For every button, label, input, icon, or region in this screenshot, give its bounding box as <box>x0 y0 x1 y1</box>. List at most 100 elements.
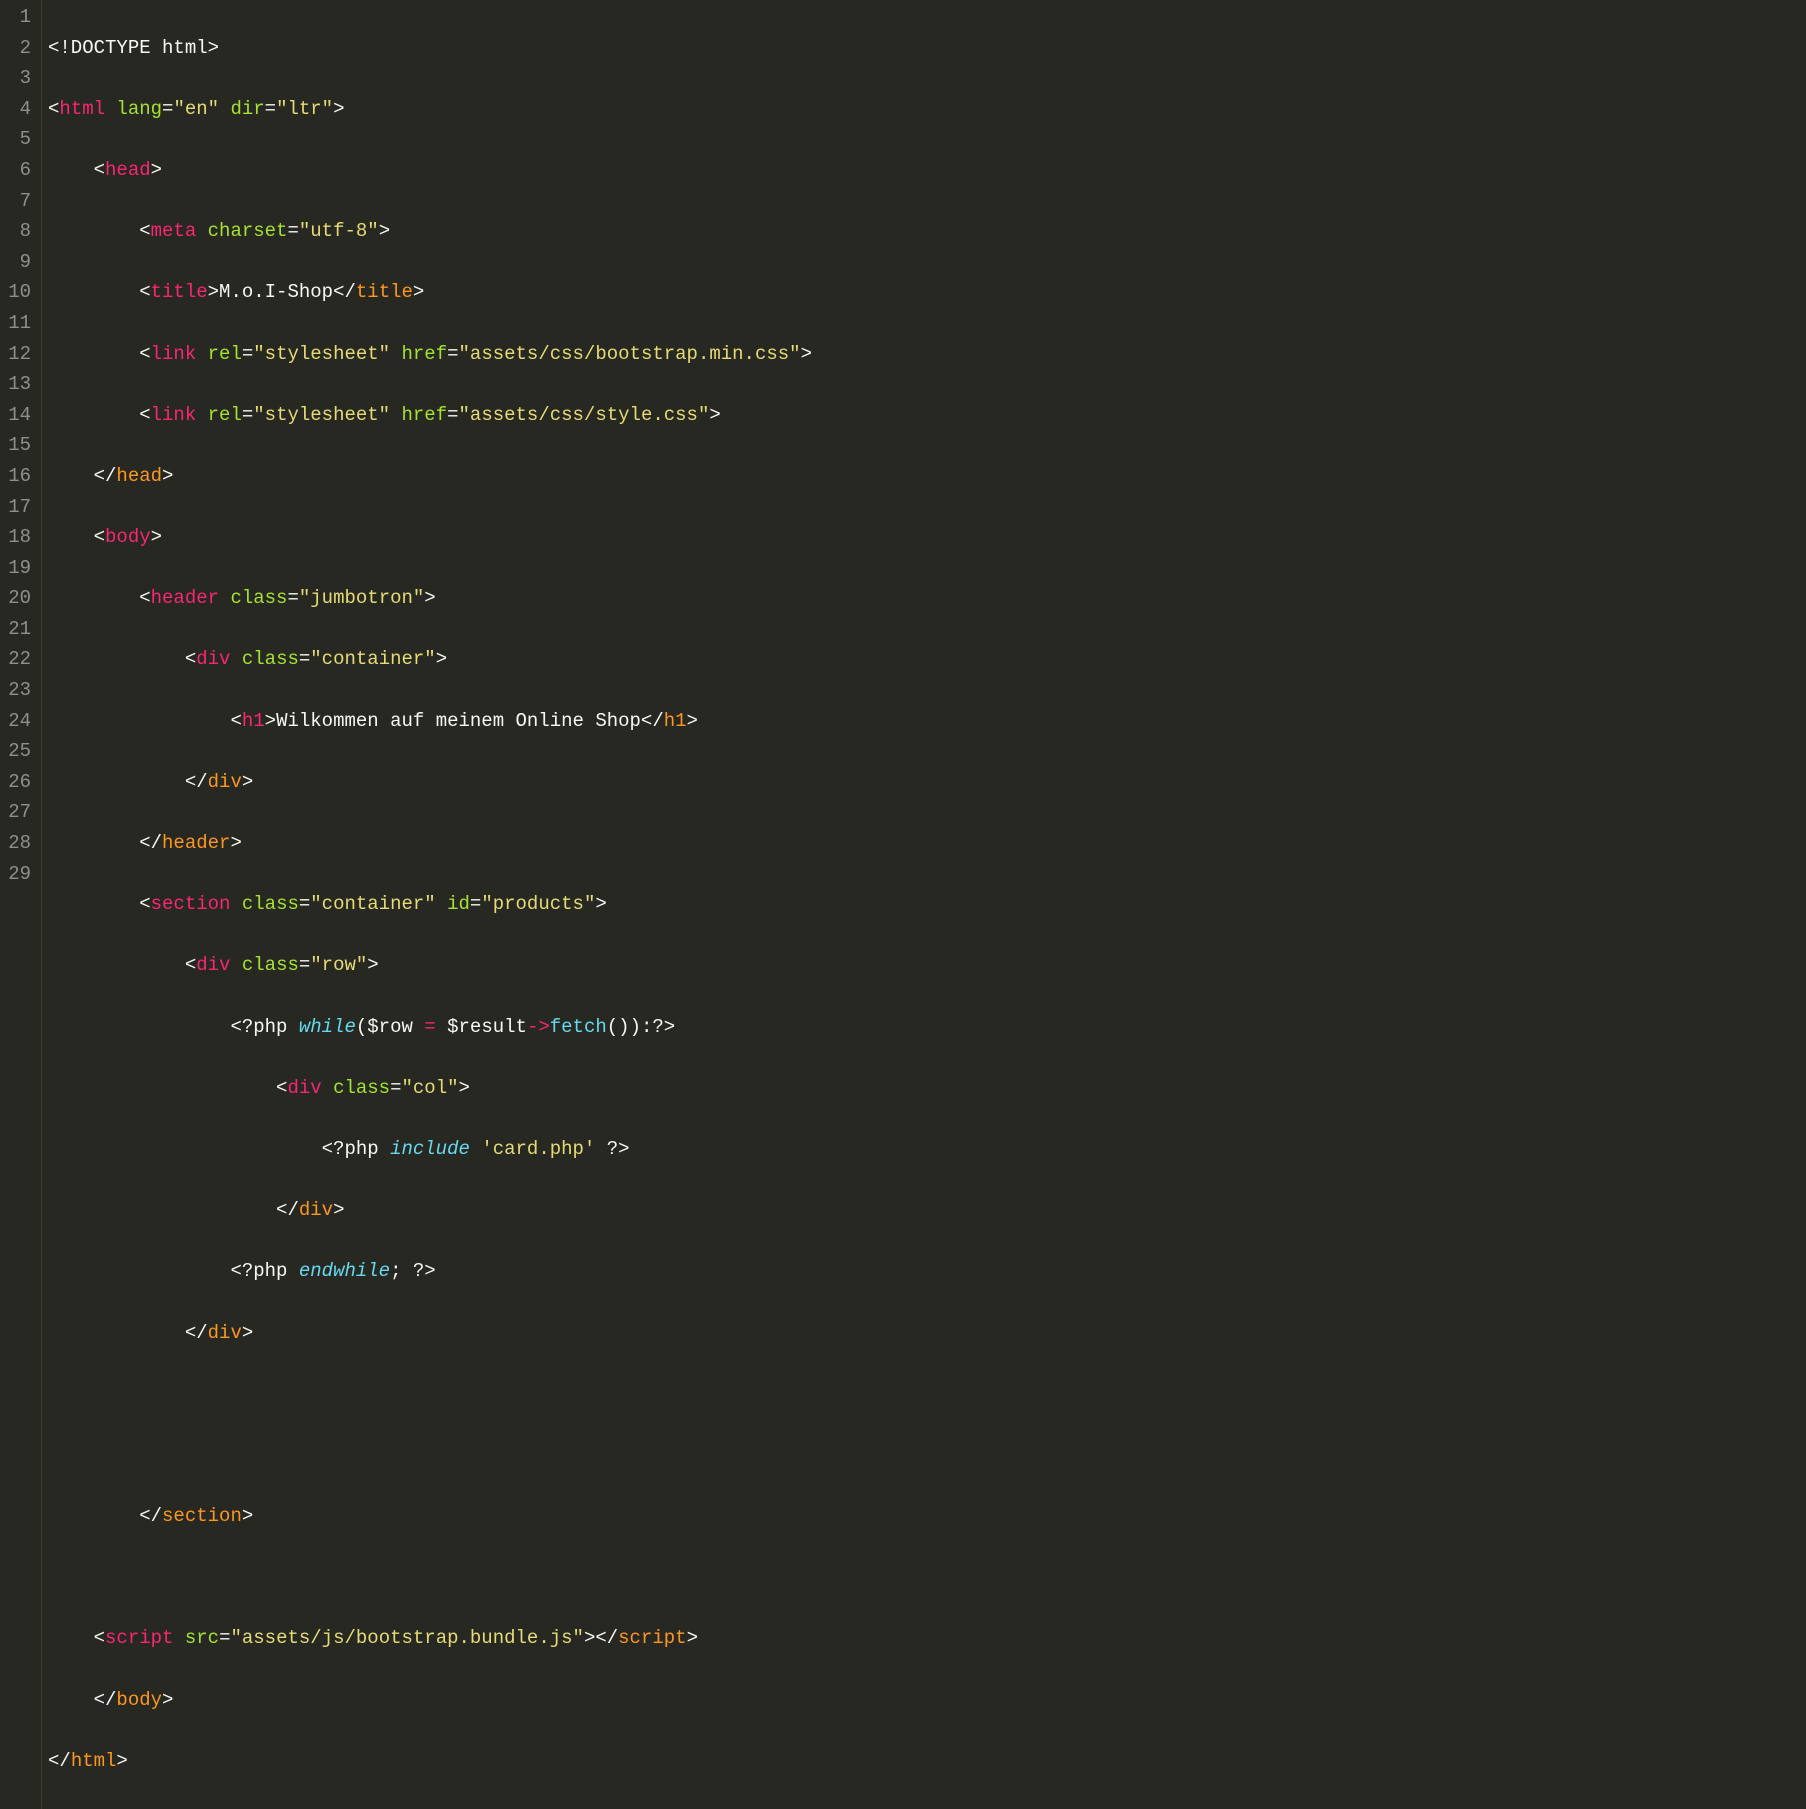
php-open-tag: <?php <box>322 1138 390 1160</box>
line-number: 27 <box>4 797 33 828</box>
attr-name: class <box>230 587 287 609</box>
php-keyword: endwhile <box>299 1260 390 1282</box>
indent <box>48 1689 94 1711</box>
indent <box>48 1505 139 1527</box>
line-number: 20 <box>4 583 33 614</box>
angle-open: < <box>139 587 150 609</box>
space <box>470 1138 481 1160</box>
text-content: Wilkommen auf meinem Online Shop <box>276 710 641 732</box>
space <box>230 648 241 670</box>
space <box>413 1016 424 1038</box>
angle-open: < <box>94 1627 105 1649</box>
close-tag-name: head <box>116 465 162 487</box>
tag-name: meta <box>151 220 197 242</box>
code-editor-area[interactable]: <!DOCTYPE html> <html lang="en" dir="ltr… <box>42 0 1806 1809</box>
angle-close: > <box>151 159 162 181</box>
code-line[interactable]: <link rel="stylesheet" href="assets/css/… <box>48 400 1802 431</box>
code-line[interactable]: <div class="row"> <box>48 950 1802 981</box>
indent <box>48 404 139 426</box>
indent <box>48 1016 230 1038</box>
operator: -> <box>527 1016 550 1038</box>
code-line[interactable]: <script src="assets/js/bootstrap.bundle.… <box>48 1623 1802 1654</box>
indent <box>48 587 139 609</box>
code-line[interactable]: <section class="container" id="products"… <box>48 889 1802 920</box>
line-number: 5 <box>4 124 33 155</box>
line-number: 1 <box>4 2 33 33</box>
code-line[interactable]: <div class="col"> <box>48 1073 1802 1104</box>
code-line[interactable]: </html> <box>48 1746 1802 1777</box>
line-number: 4 <box>4 94 33 125</box>
equals: = <box>265 98 276 120</box>
angle-close: > <box>687 1627 698 1649</box>
equals: = <box>287 587 298 609</box>
angle-close: > <box>367 954 378 976</box>
space <box>230 893 241 915</box>
angle-open: < <box>48 98 59 120</box>
space <box>219 587 230 609</box>
operator: = <box>424 1016 435 1038</box>
code-line[interactable]: <div class="container"> <box>48 644 1802 675</box>
indent <box>48 954 185 976</box>
code-line[interactable]: <header class="jumbotron"> <box>48 583 1802 614</box>
code-line[interactable]: </div> <box>48 1318 1802 1349</box>
code-line[interactable]: <h1>Wilkommen auf meinem Online Shop</h1… <box>48 706 1802 737</box>
angle-close: > <box>801 343 812 365</box>
code-line[interactable]: </head> <box>48 461 1802 492</box>
angle-open: </ <box>48 1750 71 1772</box>
php-close-tag: ?> <box>607 1138 630 1160</box>
code-line[interactable]: <head> <box>48 155 1802 186</box>
line-number: 18 <box>4 522 33 553</box>
equals: = <box>390 1077 401 1099</box>
code-line[interactable]: <body> <box>48 522 1802 553</box>
angle-open: </ <box>94 1689 117 1711</box>
tag-name: h1 <box>242 710 265 732</box>
angle-close: > <box>424 587 435 609</box>
code-line[interactable]: </header> <box>48 828 1802 859</box>
code-line[interactable]: <html lang="en" dir="ltr"> <box>48 94 1802 125</box>
attr-name: id <box>447 893 470 915</box>
code-line[interactable]: <?php while($row = $result->fetch()):?> <box>48 1012 1802 1043</box>
line-number: 16 <box>4 461 33 492</box>
code-line[interactable] <box>48 1379 1802 1410</box>
close-tag-name: body <box>116 1689 162 1711</box>
angle-close: > <box>333 98 344 120</box>
attr-name: href <box>402 343 448 365</box>
angle-open: </ <box>641 710 664 732</box>
angle-open: </ <box>185 771 208 793</box>
paren: ()): <box>607 1016 653 1038</box>
code-line[interactable] <box>48 1562 1802 1593</box>
code-line[interactable]: <?php include 'card.php' ?> <box>48 1134 1802 1165</box>
equals: = <box>299 648 310 670</box>
line-number: 24 <box>4 706 33 737</box>
code-line[interactable]: <title>M.o.I-Shop</title> <box>48 277 1802 308</box>
attr-value: "ltr" <box>276 98 333 120</box>
code-line[interactable]: </section> <box>48 1501 1802 1532</box>
indent <box>48 159 94 181</box>
code-line[interactable]: </div> <box>48 767 1802 798</box>
angle-open: < <box>185 648 196 670</box>
tag-name: script <box>105 1627 173 1649</box>
php-keyword: include <box>390 1138 470 1160</box>
line-number: 17 <box>4 492 33 523</box>
code-line[interactable]: <?php endwhile; ?> <box>48 1256 1802 1287</box>
angle-close: > <box>265 710 276 732</box>
equals: = <box>287 220 298 242</box>
tag-name: html <box>59 98 105 120</box>
code-line[interactable]: <meta charset="utf-8"> <box>48 216 1802 247</box>
indent <box>48 526 94 548</box>
php-open-tag: <?php <box>230 1260 298 1282</box>
line-number: 8 <box>4 216 33 247</box>
php-variable: $result <box>447 1016 527 1038</box>
line-number: 22 <box>4 644 33 675</box>
code-line[interactable]: <!DOCTYPE html> <box>48 33 1802 64</box>
code-line[interactable] <box>48 1440 1802 1471</box>
code-line[interactable]: </div> <box>48 1195 1802 1226</box>
close-tag-name: h1 <box>664 710 687 732</box>
angle-open: < <box>94 159 105 181</box>
code-line[interactable]: <link rel="stylesheet" href="assets/css/… <box>48 339 1802 370</box>
angle-close: > <box>687 710 698 732</box>
tag-name: link <box>151 343 197 365</box>
code-line[interactable]: </body> <box>48 1685 1802 1716</box>
line-number: 2 <box>4 33 33 64</box>
angle-open: </ <box>333 281 356 303</box>
